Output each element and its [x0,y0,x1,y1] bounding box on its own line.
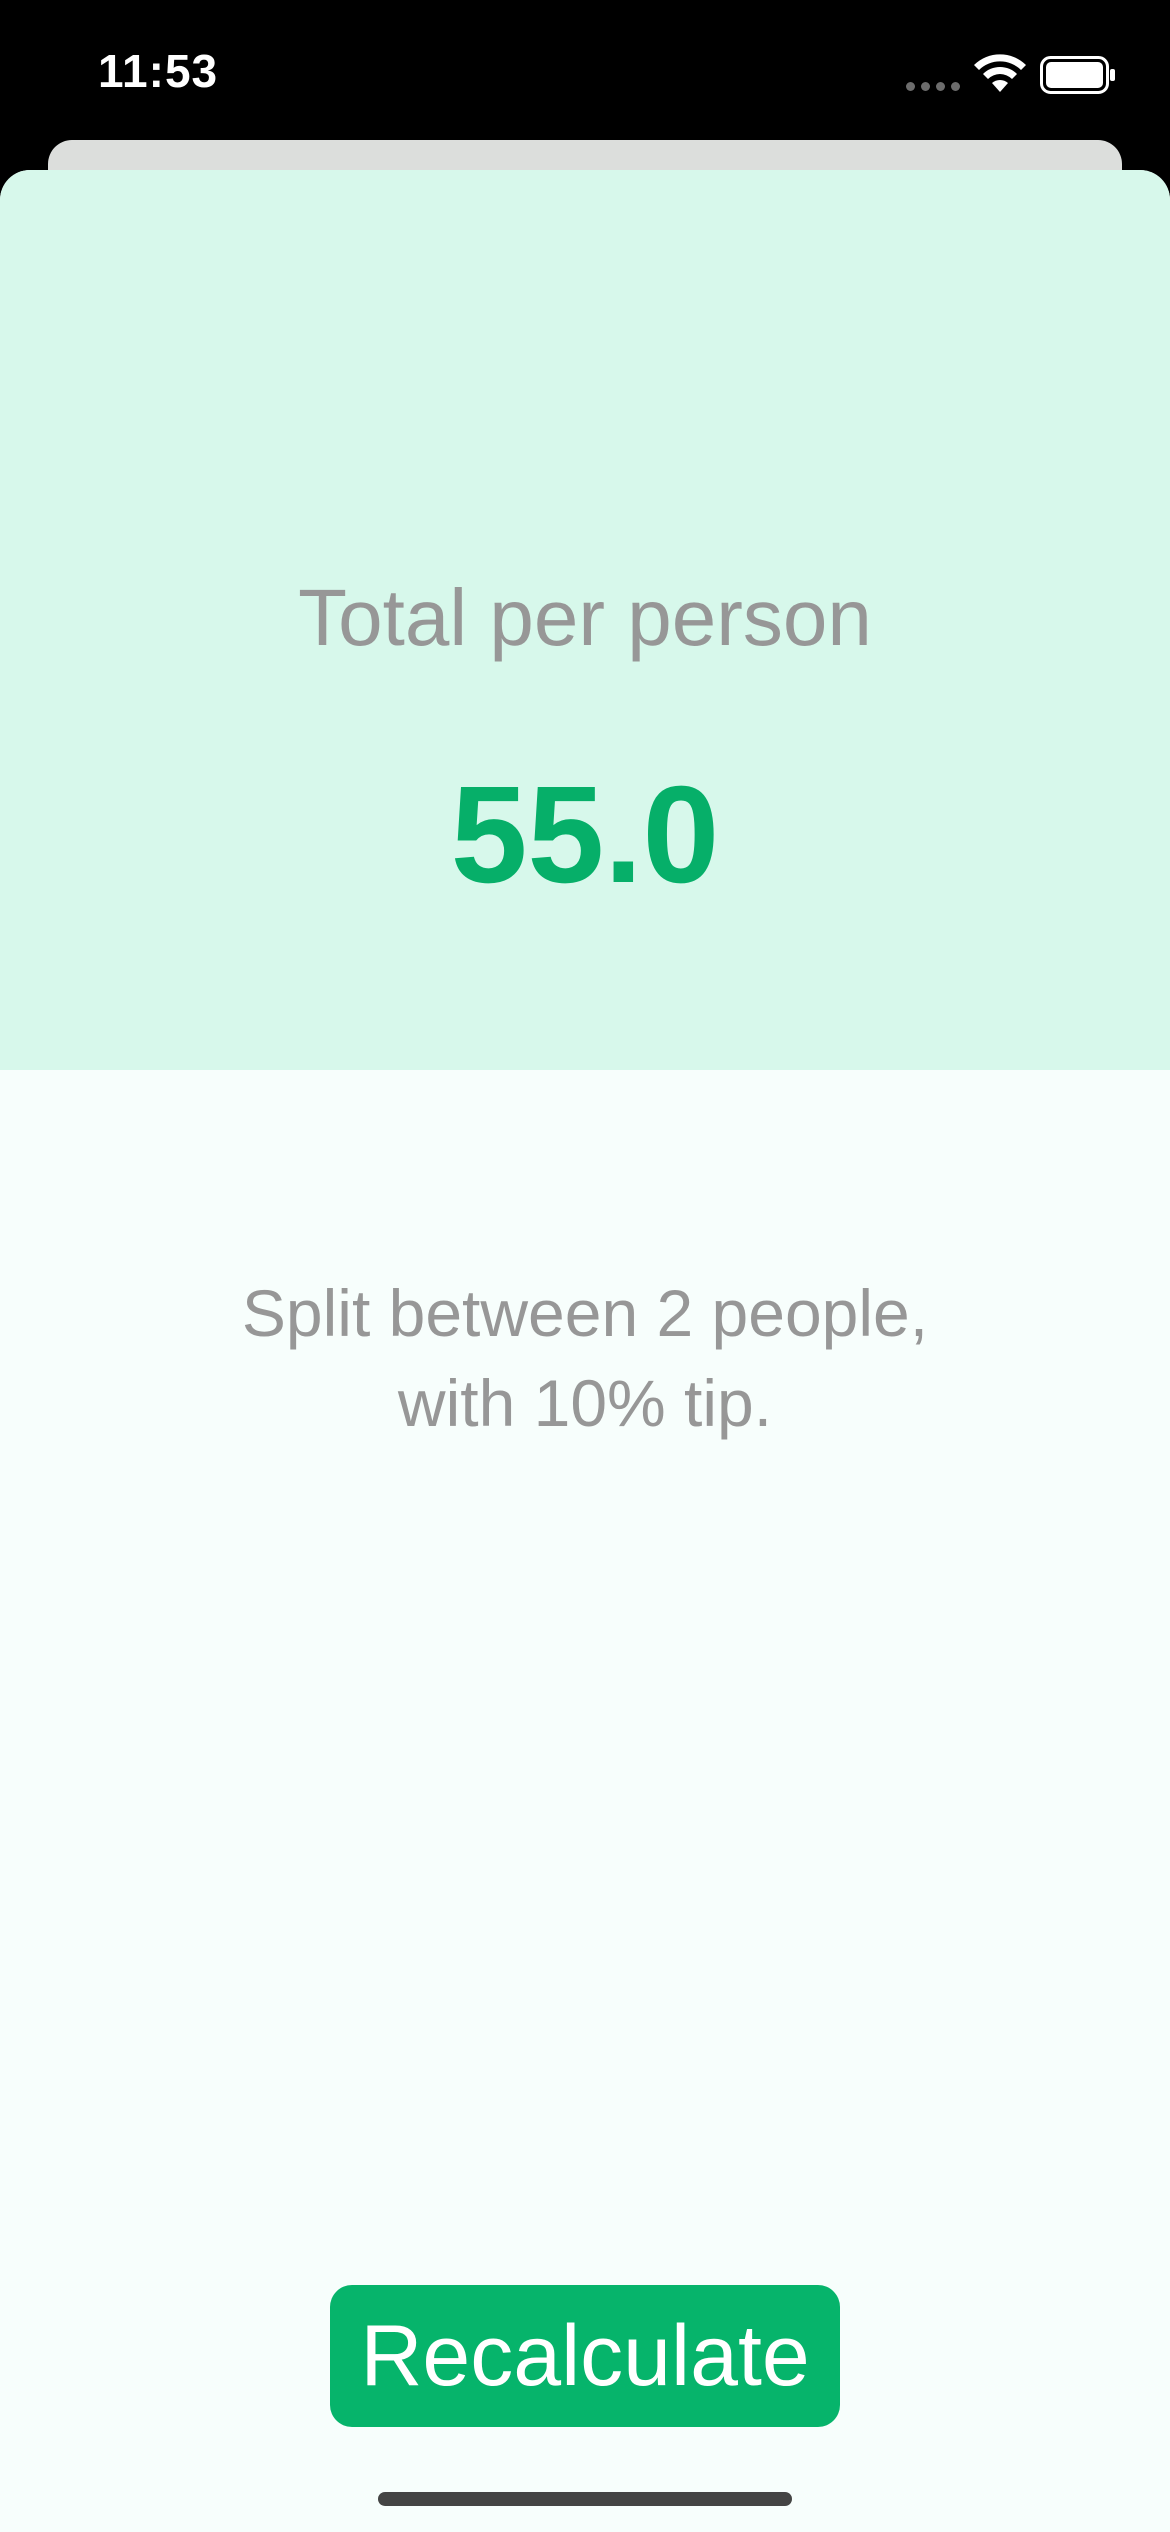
result-sheet: Total per person 55.0 Split between 2 pe… [0,170,1170,2532]
recalculate-button[interactable]: Recalculate [330,2285,840,2427]
result-value: 55.0 [450,758,720,912]
signal-dot [906,81,915,91]
status-time: 11:53 [98,45,219,97]
wifi-icon [974,54,1026,92]
result-title: Total per person [298,573,872,662]
home-indicator [378,2492,792,2506]
signal-dot [921,81,930,91]
result-panel: Total per person 55.0 [0,170,1170,1070]
split-summary: Split between 2 people, with 10% tip. [0,1268,1170,1448]
signal-dot [936,81,945,91]
battery-icon [1040,56,1115,94]
summary-line-tip: with 10% tip. [397,1366,773,1440]
signal-dots-icon [906,80,962,92]
signal-dot [951,81,960,91]
status-bar: 11:53 [0,0,1170,150]
summary-line-people: Split between 2 people, [241,1276,929,1350]
